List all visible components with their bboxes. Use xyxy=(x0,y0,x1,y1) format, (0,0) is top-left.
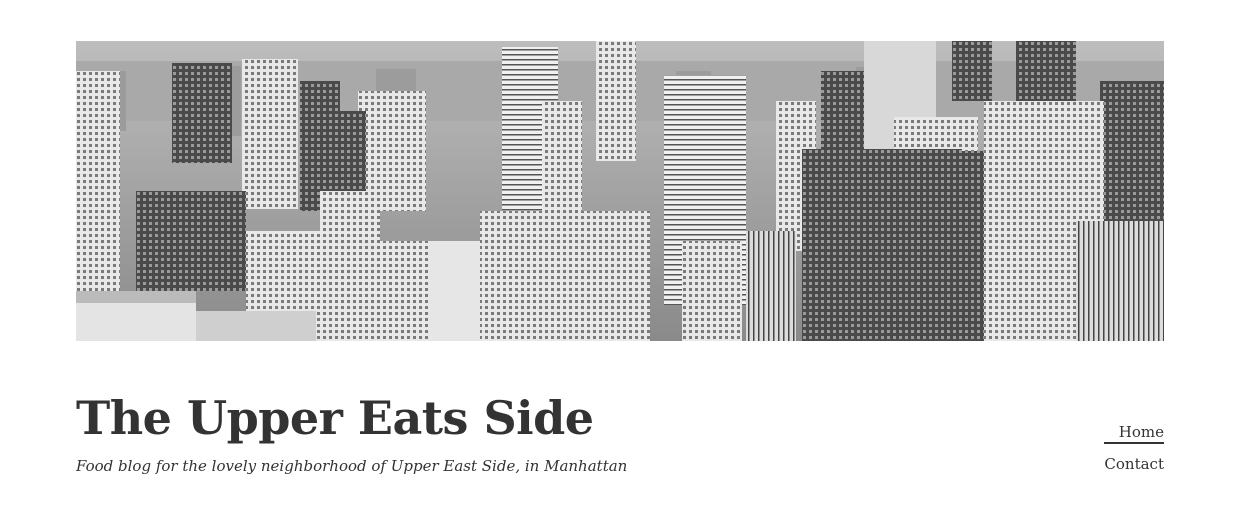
skyline-photo xyxy=(76,41,1164,341)
header-image xyxy=(76,41,1164,341)
nav-item-contact[interactable]: Contact xyxy=(1104,457,1164,472)
primary-nav: Home Contact xyxy=(1104,425,1164,485)
site-title[interactable]: The Upper Eats Side xyxy=(76,392,594,445)
nav-item-home[interactable]: Home xyxy=(1104,425,1164,444)
site-tagline: Food blog for the lovely neighborhood of… xyxy=(76,457,628,475)
